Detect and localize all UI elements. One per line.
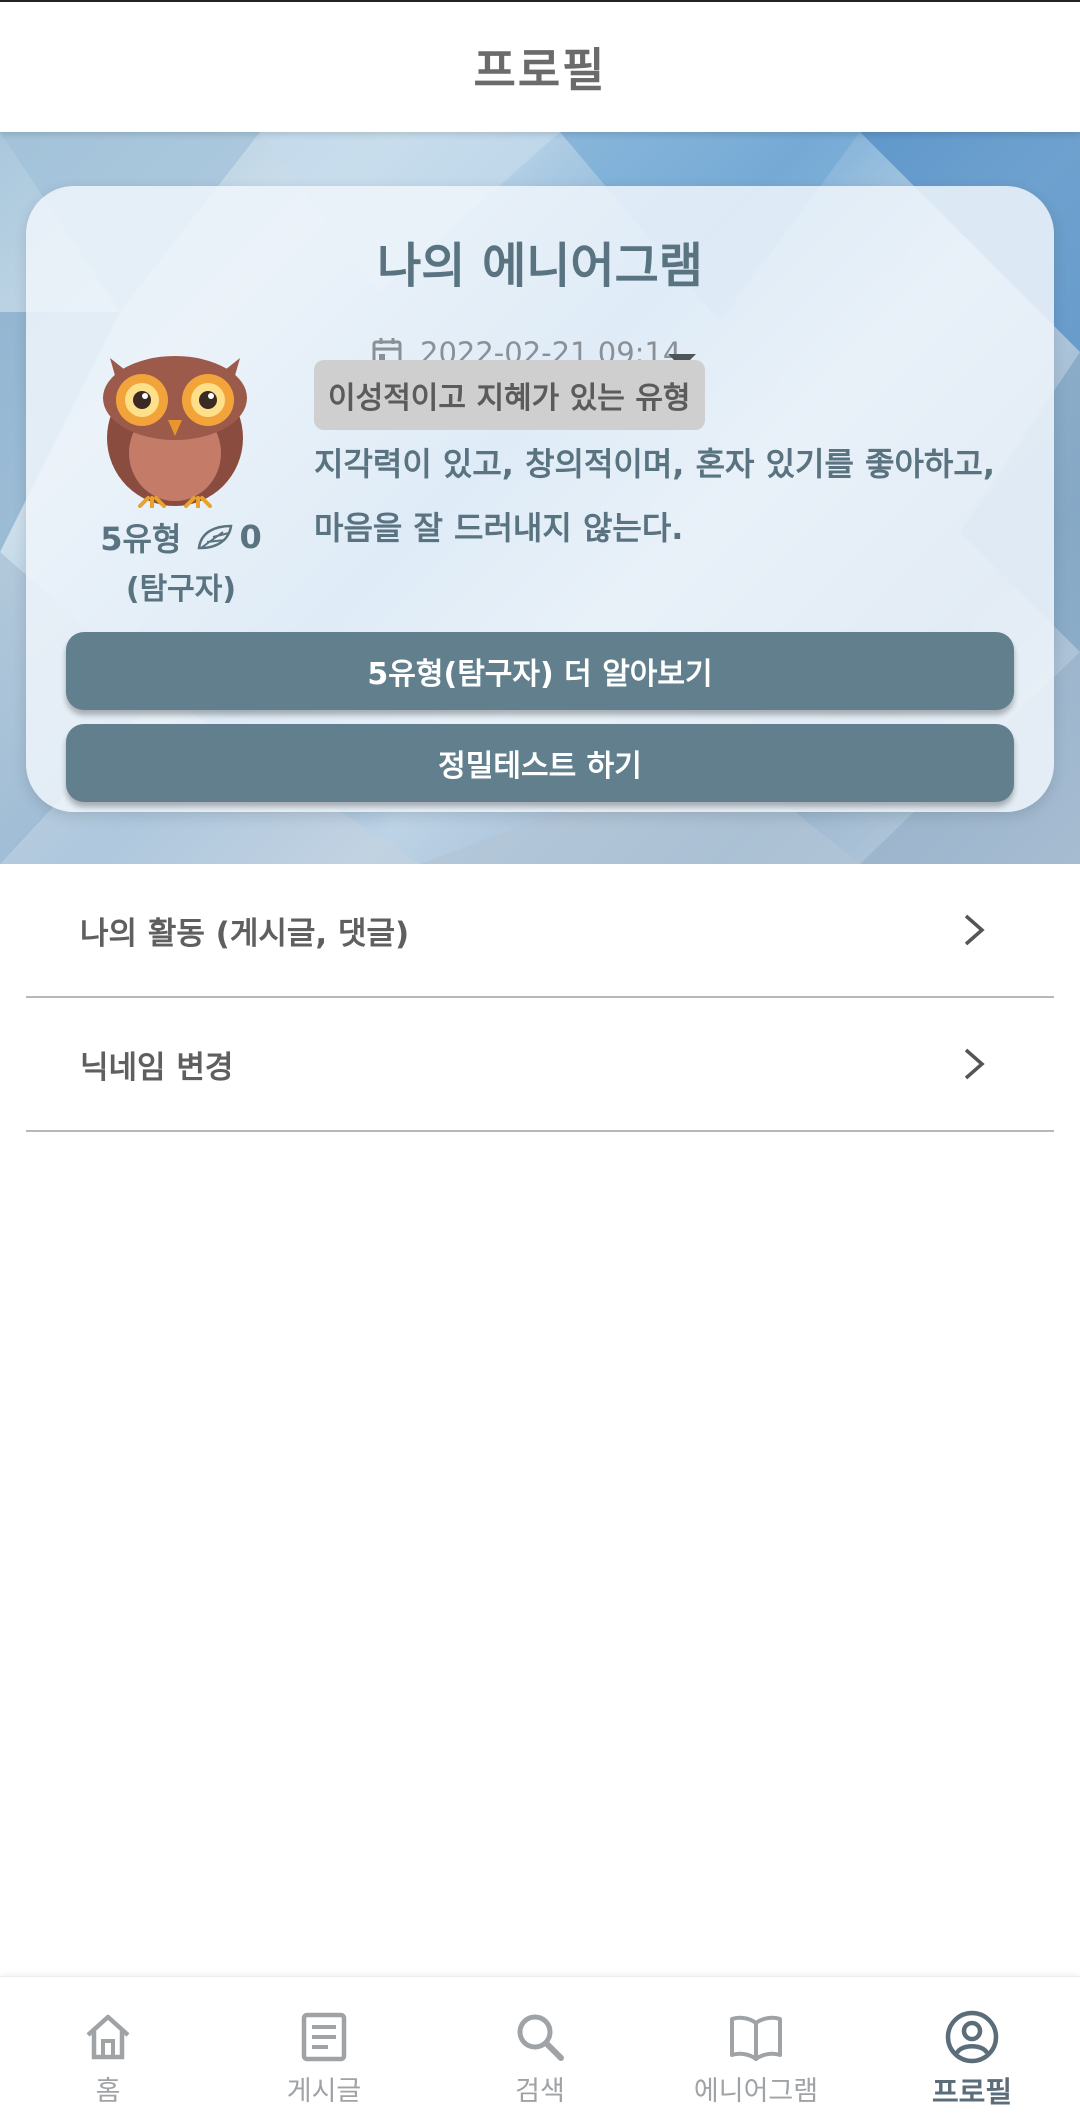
book-icon: [730, 2015, 782, 2061]
learn-more-button[interactable]: 5유형(탐구자) 더 알아보기: [66, 632, 1014, 710]
type-name: (탐구자): [125, 572, 237, 607]
detail-test-button[interactable]: 정밀테스트 하기: [66, 724, 1014, 802]
nav-item-profile[interactable]: 프로필: [864, 1977, 1080, 2125]
enneagram-hero: 나의 에니어그램 2022-02-21 09:14 5유형 0 (탐구자) 이성…: [0, 132, 1080, 864]
menu-item-change-nickname[interactable]: 닉네임 변경: [26, 998, 1054, 1132]
owl-avatar-icon: [103, 356, 247, 508]
enneagram-card: 나의 에니어그램 2022-02-21 09:14 5유형 0 (탐구자) 이성…: [26, 186, 1054, 812]
nav-item-enneagram[interactable]: 에니어그램: [648, 1977, 864, 2125]
nav-label: 게시글: [286, 2076, 362, 2107]
page-title: 프로필: [473, 43, 607, 97]
nav-item-posts[interactable]: 게시글: [216, 1977, 432, 2125]
card-title: 나의 에니어그램: [377, 238, 703, 294]
type-tag: 이성적이고 지혜가 있는 유형: [314, 360, 705, 430]
leaf-icon: [198, 524, 233, 550]
type-summary: 5유형 0: [86, 514, 276, 560]
nav-label: 검색: [515, 2076, 565, 2107]
menu-item-label: 닉네임 변경: [80, 1049, 234, 1086]
nav-item-home[interactable]: 홈: [0, 1977, 216, 2125]
nav-label: 프로필: [931, 2075, 1013, 2109]
bottom-navigation: 홈 게시글 검색 에니어그램 프로필: [0, 1976, 1080, 2125]
search-icon: [517, 2014, 564, 2061]
leaf-count: 0: [239, 518, 262, 556]
type-label: 5유형: [100, 520, 182, 558]
menu-item-my-activity[interactable]: 나의 활동 (게시글, 댓글): [26, 864, 1054, 998]
document-icon: [301, 2012, 347, 2062]
top-app-bar: 프로필: [0, 0, 1080, 132]
home-icon: [86, 2014, 130, 2060]
type-description: 지각력이 있고, 창의적이며, 혼자 있기를 좋아하고, 마음을 잘 드러내지 …: [314, 445, 995, 547]
nav-label: 홈: [95, 2076, 121, 2107]
profile-icon: [945, 2010, 999, 2064]
chevron-right-icon: [964, 1048, 985, 1080]
nav-label: 에니어그램: [693, 2076, 819, 2107]
nav-item-search[interactable]: 검색: [432, 1977, 648, 2125]
menu-item-label: 나의 활동 (게시글, 댓글): [80, 915, 410, 952]
chevron-right-icon: [964, 914, 985, 946]
